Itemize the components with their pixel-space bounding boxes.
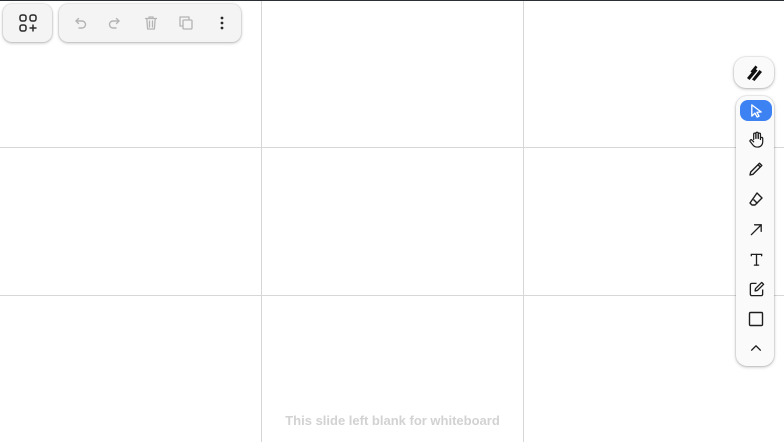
brand-logo-icon [746, 65, 763, 81]
brand-button[interactable] [734, 57, 774, 88]
trash-icon [143, 15, 159, 31]
undo-button[interactable] [65, 8, 95, 38]
grid-line-horizontal [0, 295, 784, 296]
note-tool-button[interactable] [740, 276, 772, 302]
collapse-tools-button[interactable] [740, 336, 772, 360]
cursor-icon [749, 103, 764, 118]
undo-icon [72, 15, 88, 31]
duplicate-icon [178, 15, 194, 31]
delete-button[interactable] [136, 8, 166, 38]
duplicate-button[interactable] [171, 8, 201, 38]
blank-slide-note: This slide left blank for whiteboard [285, 413, 500, 428]
apps-button[interactable] [3, 4, 52, 42]
more-button[interactable] [207, 8, 237, 38]
rectangle-tool-button[interactable] [740, 306, 772, 332]
chevron-up-icon [749, 341, 763, 355]
tools-toolbar [736, 96, 774, 366]
apps-panel [3, 4, 52, 42]
eraser-tool-button[interactable] [740, 186, 772, 212]
eraser-icon [748, 191, 764, 207]
grid-line-vertical [261, 1, 262, 442]
note-icon [748, 281, 765, 298]
hand-icon [748, 131, 765, 148]
redo-button[interactable] [100, 8, 130, 38]
select-tool-button[interactable] [740, 100, 772, 121]
arrow-tool-button[interactable] [740, 216, 772, 242]
rectangle-icon [748, 311, 764, 327]
text-icon [749, 252, 764, 267]
hand-tool-button[interactable] [740, 126, 772, 152]
brand-panel [734, 57, 774, 88]
action-toolbar [59, 4, 241, 42]
apps-add-icon [18, 14, 37, 32]
more-vertical-icon [214, 15, 230, 31]
text-tool-button[interactable] [740, 246, 772, 272]
grid-line-vertical [523, 1, 524, 442]
draw-tool-button[interactable] [740, 156, 772, 182]
redo-icon [107, 15, 123, 31]
pencil-icon [748, 161, 764, 177]
top-border [0, 0, 784, 1]
grid-line-horizontal [0, 147, 784, 148]
arrow-icon [749, 222, 764, 237]
